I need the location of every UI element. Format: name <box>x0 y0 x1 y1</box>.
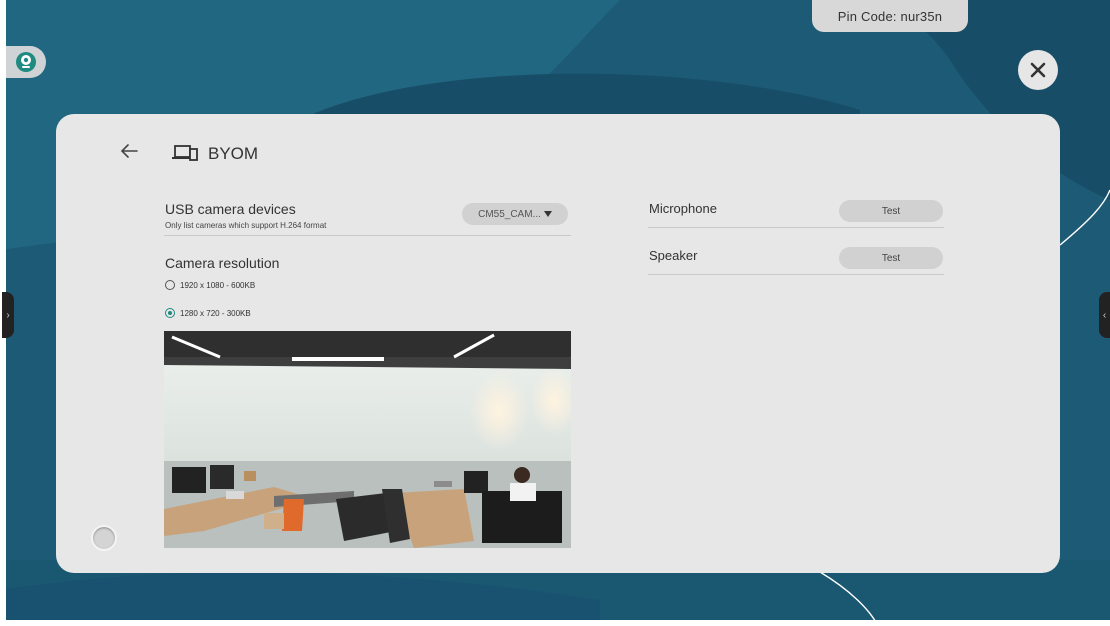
close-icon <box>1030 62 1046 78</box>
speaker-label: Speaker <box>649 248 698 263</box>
resolution-option-label: 1280 x 720 - 300KB <box>180 308 251 318</box>
back-arrow-icon <box>120 144 138 158</box>
left-edge-handle[interactable]: › <box>2 292 14 338</box>
chevron-right-icon: › <box>6 309 10 321</box>
camera-device-value: CM55_CAM... <box>478 208 541 220</box>
microphone-test-button[interactable]: Test <box>839 200 943 222</box>
dropdown-arrow-icon <box>543 211 552 217</box>
close-button[interactable] <box>1018 50 1058 90</box>
devices-icon <box>172 144 198 167</box>
usb-camera-hint: Only list cameras which support H.264 fo… <box>165 221 327 230</box>
camera-resolution-label: Camera resolution <box>165 255 280 271</box>
home-button[interactable] <box>91 525 117 551</box>
webcam-badge[interactable] <box>6 46 46 78</box>
right-edge-handle[interactable]: ‹ <box>1099 292 1110 338</box>
resolution-option-1080[interactable]: 1920 x 1080 - 600KB <box>165 280 255 290</box>
resolution-option-720[interactable]: 1280 x 720 - 300KB <box>165 308 251 318</box>
speaker-test-button[interactable]: Test <box>839 247 943 269</box>
divider <box>648 227 944 228</box>
divider <box>164 235 571 236</box>
chevron-left-icon: ‹ <box>1102 309 1107 321</box>
radio-button[interactable] <box>165 280 175 290</box>
resolution-option-label: 1920 x 1080 - 600KB <box>180 280 256 290</box>
back-button[interactable] <box>120 142 138 165</box>
camera-device-select[interactable]: CM55_CAM... <box>462 203 568 225</box>
byom-settings-panel: BYOM USB camera devices Only list camera… <box>56 114 1060 573</box>
microphone-label: Microphone <box>649 201 717 216</box>
divider <box>648 274 944 275</box>
radio-button-selected[interactable] <box>165 308 175 318</box>
webcam-icon <box>16 52 36 72</box>
camera-preview <box>164 331 571 548</box>
usb-camera-label: USB camera devices <box>165 201 296 217</box>
page-title: BYOM <box>208 144 259 163</box>
pin-code-value: nur35n <box>900 8 943 24</box>
pin-code-label: Pin Code: <box>837 8 897 24</box>
pin-code-badge: Pin Code: nur35n <box>812 0 968 32</box>
